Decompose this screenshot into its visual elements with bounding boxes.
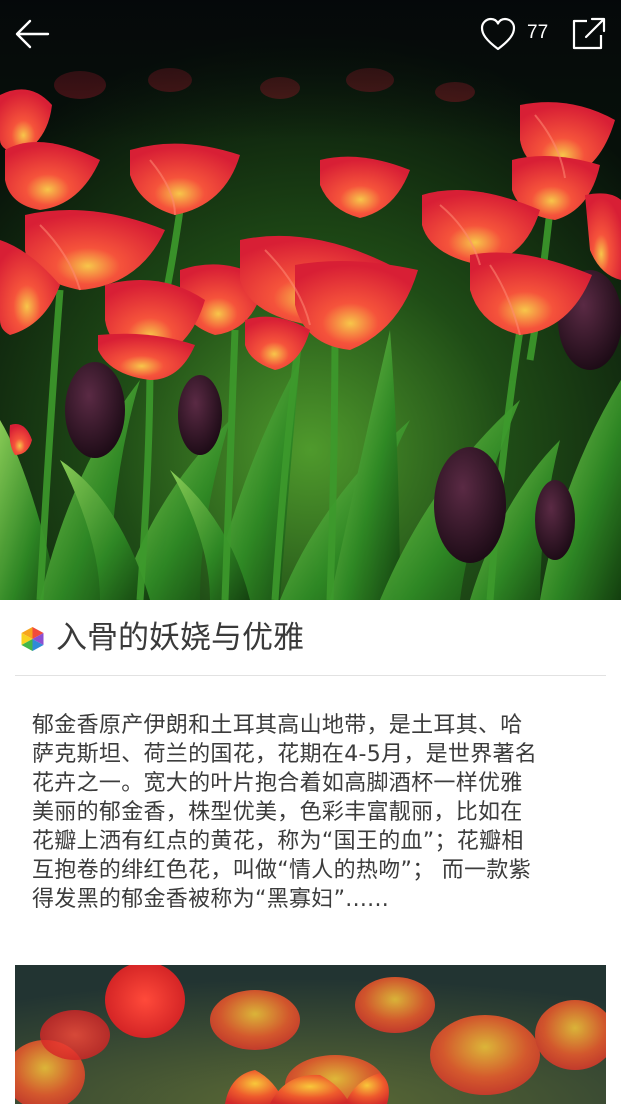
description-line: 花瓣上洒有红点的黄花，称为“国王的血”；花瓣相 xyxy=(32,829,524,854)
description-line: 萨克斯坦、荷兰的国花，花期在4-5月，是世界著名 xyxy=(32,742,538,767)
article-title-row: 入骨的妖娆与优雅 xyxy=(0,600,621,676)
gallery-image-tulips[interactable] xyxy=(15,965,606,1104)
description-line: 得发黑的郁金香被称为“黑寡妇”...... xyxy=(32,887,390,912)
description-line: 花卉之一。宽大的叶片抱合着如高脚酒杯一样优雅 xyxy=(32,771,523,796)
article-description: 郁金香原产伊朗和土耳其高山地带，是土耳其、哈 萨克斯坦、荷兰的国花，花期在4-5… xyxy=(32,711,592,914)
article-screen: 77 入骨的妖娆与优雅 郁金香原产伊朗和土耳其高山地带，是土耳其、哈 萨克斯坦、… xyxy=(0,0,621,1104)
title-divider xyxy=(15,675,606,676)
share-button[interactable] xyxy=(566,12,610,56)
hero-image-red-tulips xyxy=(0,0,621,600)
top-bar: 77 xyxy=(0,0,621,68)
description-line: 美丽的郁金香，株型优美，色彩丰富靓丽，比如在 xyxy=(32,800,523,825)
like-count: 77 xyxy=(527,22,549,43)
description-line: 互抱卷的绯红色花，叫做“情人的热吻”； 而一款紫 xyxy=(32,858,531,883)
article-title: 入骨的妖娆与优雅 xyxy=(56,620,304,656)
app-logo-icon xyxy=(20,626,45,652)
back-button[interactable] xyxy=(10,12,56,56)
share-out-icon xyxy=(572,17,606,50)
heart-outline-icon xyxy=(480,17,516,51)
description-line: 郁金香原产伊朗和土耳其高山地带，是土耳其、哈 xyxy=(32,713,523,738)
arrow-left-icon xyxy=(15,19,50,49)
like-button[interactable] xyxy=(476,12,520,56)
